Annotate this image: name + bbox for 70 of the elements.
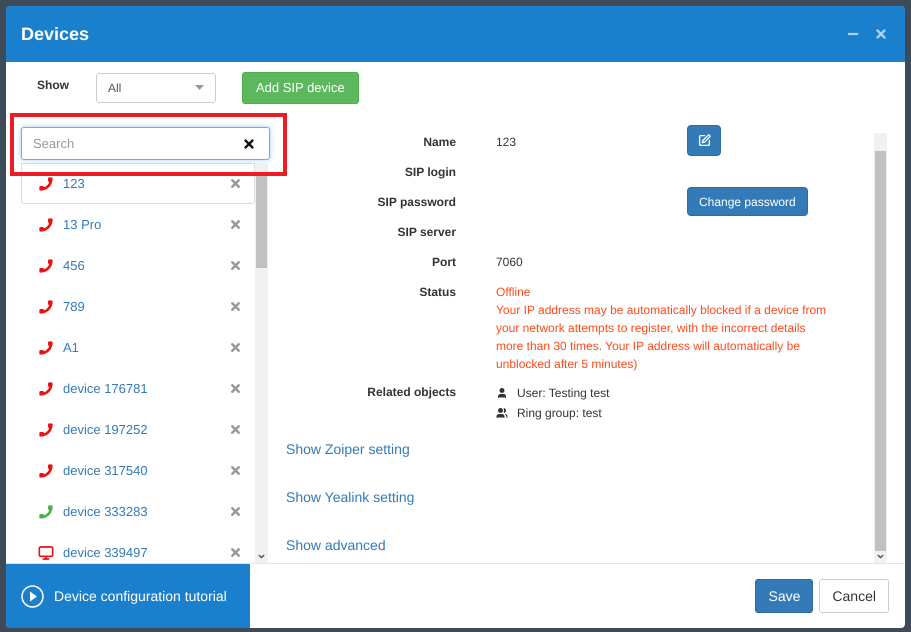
tutorial-label: Device configuration tutorial <box>54 586 227 606</box>
device-name: A1 <box>63 338 80 357</box>
field-label: SIP password <box>376 194 456 211</box>
edit-button[interactable] <box>687 125 721 156</box>
field-label: SIP server <box>396 224 456 241</box>
remove-icon[interactable] <box>229 382 242 395</box>
settings-link[interactable]: Show advanced <box>286 536 386 554</box>
field-label: SIP login <box>404 164 456 181</box>
scrollbar-thumb[interactable] <box>875 151 886 551</box>
scrollbar[interactable] <box>874 133 887 563</box>
remove-icon[interactable] <box>229 259 242 272</box>
save-button[interactable]: Save <box>755 579 814 613</box>
tutorial-banner[interactable]: Device configuration tutorial <box>6 564 250 628</box>
field-label: Name <box>422 134 456 151</box>
device-item[interactable]: 789 <box>21 286 255 327</box>
play-icon <box>21 584 44 608</box>
window-title: Devices <box>21 22 90 46</box>
close-icon[interactable] <box>874 27 888 41</box>
device-name: 123 <box>63 174 86 193</box>
show-dropdown[interactable]: All <box>96 72 216 102</box>
settings-link[interactable]: Show Yealink setting <box>286 488 414 506</box>
device-item[interactable]: 13 Pro <box>21 204 255 245</box>
remove-icon[interactable] <box>229 546 242 559</box>
scrollbar[interactable] <box>255 163 268 563</box>
remove-icon[interactable] <box>229 423 242 436</box>
user-icon <box>496 386 508 398</box>
cancel-button[interactable]: Cancel <box>819 579 889 613</box>
remove-icon[interactable] <box>229 341 242 354</box>
device-name: device 339497 <box>63 544 149 562</box>
change-password-button[interactable]: Change password <box>687 187 808 216</box>
device-name: 456 <box>63 256 86 275</box>
device-name: device 333283 <box>63 502 149 521</box>
show-label: Show <box>37 76 70 94</box>
field-label: Related objects <box>366 384 456 401</box>
scroll-down-icon[interactable] <box>876 552 885 561</box>
device-item[interactable]: 123 <box>21 163 255 204</box>
group-icon <box>496 406 508 418</box>
device-item[interactable]: device 339497 <box>21 532 255 563</box>
search-field[interactable]: Search <box>21 127 270 160</box>
device-item[interactable]: A1 <box>21 327 255 368</box>
remove-icon[interactable] <box>229 505 242 518</box>
field-value: 7060 <box>496 254 524 271</box>
device-item[interactable]: 456 <box>21 245 255 286</box>
related-object: User: Testing test <box>517 384 610 402</box>
remove-icon[interactable] <box>229 300 242 313</box>
field-value: 123 <box>496 134 518 151</box>
field-label: Status <box>418 284 456 301</box>
device-name: 13 Pro <box>63 216 102 234</box>
field-label: Port <box>431 254 456 271</box>
caret-icon <box>195 85 204 90</box>
device-item[interactable]: device 333283 <box>21 491 255 532</box>
remove-icon[interactable] <box>229 177 242 190</box>
related-object: Ring group: test <box>517 404 602 422</box>
add-sip-device-button[interactable]: Add SIP device <box>242 72 359 104</box>
status-value: Offline <box>496 284 532 301</box>
device-name: device 317540 <box>63 462 149 480</box>
device-name: device 176781 <box>63 380 149 398</box>
remove-icon[interactable] <box>229 464 242 477</box>
device-name: 789 <box>63 298 86 316</box>
device-item[interactable]: device 176781 <box>21 368 255 409</box>
clear-search-icon[interactable] <box>242 137 256 151</box>
settings-link[interactable]: Show Zoiper setting <box>286 440 410 458</box>
scroll-down-icon[interactable] <box>257 552 266 561</box>
device-item[interactable]: device 317540 <box>21 450 255 491</box>
edit-icon <box>698 134 710 147</box>
status-note: Your IP address may be automatically blocked if a device from your network attempts to register, with the incorrect details more than 30 times. Your IP address will automatically be unblocked after 5 minutes) <box>496 302 828 373</box>
device-item[interactable]: device 197252 <box>21 409 255 450</box>
remove-icon[interactable] <box>229 218 242 231</box>
scrollbar-thumb[interactable] <box>256 173 267 268</box>
device-name: device 197252 <box>63 420 149 439</box>
